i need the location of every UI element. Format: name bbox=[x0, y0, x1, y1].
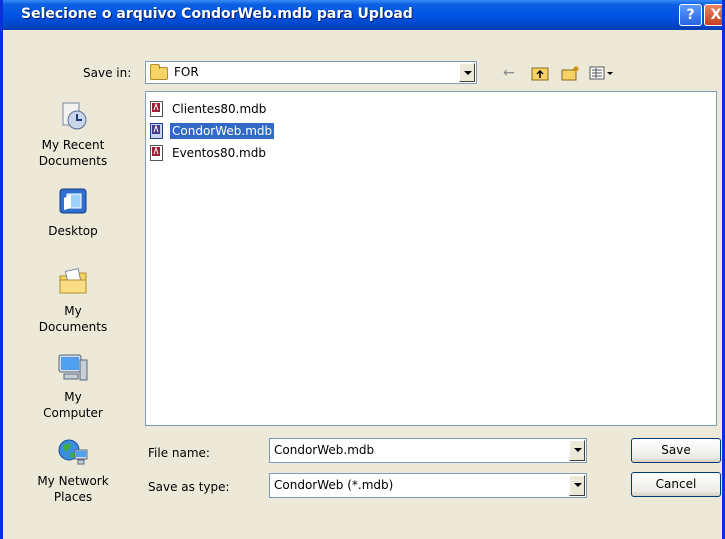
access-file-icon bbox=[150, 101, 163, 117]
place-desktop[interactable]: Desktop bbox=[33, 186, 113, 239]
access-file-icon bbox=[150, 145, 163, 161]
file-name: Clientes80.mdb bbox=[172, 102, 267, 116]
save-button[interactable]: Save bbox=[631, 438, 721, 463]
file-name-value: CondorWeb.mdb bbox=[274, 443, 375, 457]
my-computer-icon bbox=[58, 354, 88, 381]
up-folder-icon[interactable] bbox=[531, 65, 551, 81]
save-as-type-dropdown[interactable]: CondorWeb (*.mdb) bbox=[269, 473, 587, 498]
file-list[interactable]: Clientes80.mdb CondorWeb.mdb Eventos80.m… bbox=[145, 91, 717, 426]
new-folder-icon[interactable] bbox=[561, 65, 581, 81]
help-button[interactable]: ? bbox=[679, 4, 702, 26]
my-documents-icon bbox=[59, 268, 87, 294]
close-button[interactable]: X bbox=[704, 4, 722, 26]
save-in-label: Save in: bbox=[83, 66, 132, 80]
place-my-documents[interactable]: My Documents bbox=[33, 266, 113, 335]
chevron-down-icon[interactable] bbox=[569, 440, 585, 461]
save-in-value: FOR bbox=[174, 65, 199, 79]
file-name-label: File name: bbox=[148, 446, 210, 460]
cancel-button[interactable]: Cancel bbox=[631, 472, 721, 497]
place-label: My Computer bbox=[43, 390, 103, 420]
file-name-field[interactable]: CondorWeb.mdb bbox=[269, 438, 587, 463]
place-recent-documents[interactable]: My Recent Documents bbox=[33, 100, 113, 169]
save-dialog: Selecione o arquivo CondorWeb.mdb para U… bbox=[0, 0, 725, 539]
place-label: My Network Places bbox=[37, 474, 109, 504]
desktop-icon bbox=[59, 188, 87, 214]
chevron-down-icon[interactable] bbox=[569, 475, 585, 496]
save-in-dropdown[interactable]: FOR bbox=[145, 61, 477, 84]
file-name: CondorWeb.mdb bbox=[170, 123, 275, 139]
back-arrow-icon[interactable]: ← bbox=[503, 65, 515, 81]
recent-documents-icon bbox=[62, 102, 87, 130]
access-file-icon bbox=[150, 123, 163, 139]
place-label: My Documents bbox=[38, 304, 108, 334]
save-as-type-value: CondorWeb (*.mdb) bbox=[274, 478, 394, 492]
place-my-computer[interactable]: My Computer bbox=[33, 352, 113, 421]
place-network-places[interactable]: My Network Places bbox=[33, 436, 113, 505]
dialog-title: Selecione o arquivo CondorWeb.mdb para U… bbox=[21, 6, 413, 22]
view-menu-icon[interactable] bbox=[589, 65, 617, 81]
save-as-type-label: Save as type: bbox=[148, 480, 230, 494]
chevron-down-icon[interactable] bbox=[459, 63, 475, 82]
network-places-icon bbox=[58, 439, 88, 465]
folder-icon bbox=[150, 64, 168, 80]
place-label: My Recent Documents bbox=[38, 138, 108, 168]
file-name: Eventos80.mdb bbox=[172, 146, 266, 160]
place-label: Desktop bbox=[48, 224, 98, 238]
title-bar[interactable]: Selecione o arquivo CondorWeb.mdb para U… bbox=[3, 0, 722, 30]
